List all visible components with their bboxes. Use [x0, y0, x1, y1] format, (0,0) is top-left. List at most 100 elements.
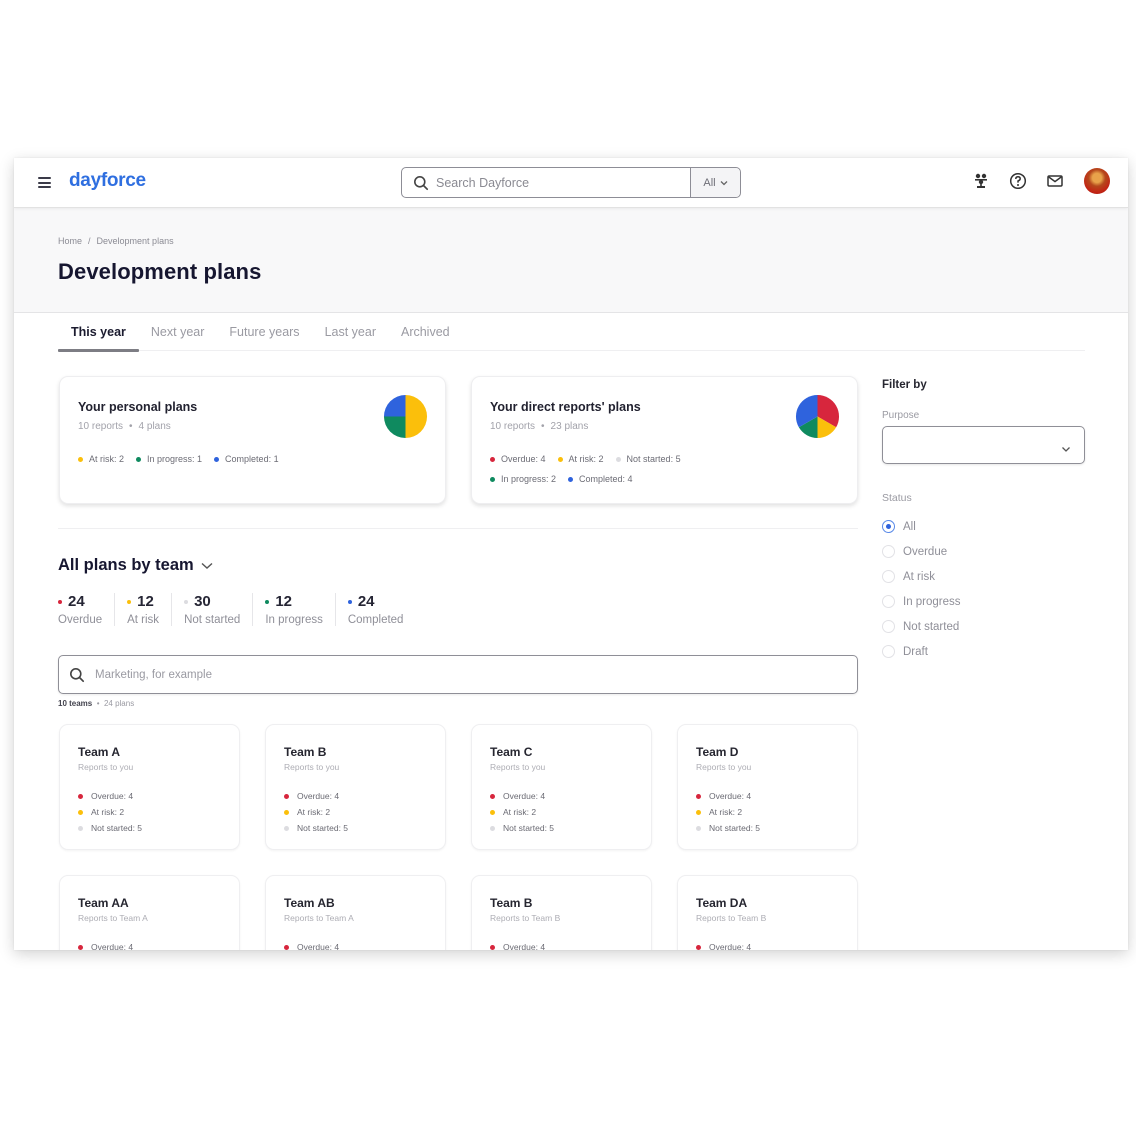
status-label: Status — [882, 492, 912, 504]
team-reports-to: Reports to you — [78, 762, 134, 772]
team-search — [58, 655, 858, 694]
legend-in-progress: In progress: 2 — [490, 474, 556, 484]
legend-at-risk: At risk: 2 — [557, 454, 604, 464]
purpose-select[interactable] — [882, 426, 1085, 464]
chevron-down-icon — [201, 556, 213, 575]
radio-circle[interactable] — [882, 545, 895, 558]
user-avatar[interactable] — [1084, 168, 1110, 194]
status-dot — [136, 456, 142, 462]
search-icon — [406, 168, 436, 197]
personal-plans-pie-chart — [383, 394, 428, 439]
status-radio-not-started[interactable]: Not started — [882, 614, 961, 639]
team-reports-to: Reports to Team B — [696, 913, 767, 923]
radio-circle[interactable] — [882, 520, 895, 533]
status-dot — [58, 599, 62, 604]
team-search-input[interactable] — [95, 668, 857, 681]
tab-last-year[interactable]: Last year — [325, 313, 376, 351]
report-count: 10 reports — [490, 421, 536, 432]
team-status-list: Overdue: 4 At risk: 2 Not started: 5 — [490, 788, 554, 836]
team-status-overdue: Overdue: 4 — [696, 788, 760, 804]
team-card[interactable]: Team AB Reports to Team A Overdue: 4 — [265, 875, 446, 950]
status-dot — [127, 599, 132, 604]
team-card[interactable]: Team D Reports to you Overdue: 4 At risk: 2… — [677, 724, 858, 850]
team-status-list: Overdue: 4 At risk: 2 Not started: 5 — [696, 788, 760, 836]
radio-circle[interactable] — [882, 645, 895, 658]
stat-completed[interactable]: 24 Completed — [347, 593, 416, 626]
status-radio-at-risk[interactable]: At risk — [882, 564, 961, 589]
stat-overdue[interactable]: 24 Overdue — [58, 593, 116, 626]
card-legend-row-2: In progress: 2 Completed: 4 — [490, 474, 645, 484]
status-dot — [265, 599, 270, 604]
help-icon[interactable] — [1007, 170, 1029, 192]
all-plans-dropdown[interactable]: All plans by team — [58, 556, 213, 575]
status-radio-draft[interactable]: Draft — [882, 639, 961, 664]
personal-plans-card[interactable]: Your personal plans 10 reports • 4 plans A… — [59, 376, 446, 504]
status-radio-overdue[interactable]: Overdue — [882, 539, 961, 564]
breadcrumb-separator: / — [88, 236, 91, 246]
team-status-overdue: Overdue: 4 — [284, 788, 348, 804]
status-radio-in-progress[interactable]: In progress — [882, 589, 961, 614]
plan-count: 4 plans — [138, 421, 171, 432]
search-scope-value: All — [703, 176, 716, 189]
team-name: Team B — [284, 745, 327, 759]
radio-circle[interactable] — [882, 570, 895, 583]
hamburger-icon[interactable] — [38, 177, 51, 188]
org-chart-icon[interactable] — [970, 170, 992, 192]
team-reports-to: Reports to Team A — [284, 913, 354, 923]
radio-label: All — [903, 520, 916, 533]
dayforce-logo[interactable]: dayforce — [69, 170, 146, 192]
pie-slice-completed — [383, 394, 406, 417]
team-card[interactable]: Team C Reports to you Overdue: 4 At risk: 2… — [471, 724, 652, 850]
team-status-list: Overdue: 4 At risk: 2 Not started: 5 — [78, 788, 142, 836]
tab-future-years[interactable]: Future years — [229, 313, 299, 351]
team-name: Team B — [490, 896, 533, 910]
team-card[interactable]: Team B Reports to you Overdue: 4 At risk: 2… — [265, 724, 446, 850]
card-title: Your direct reports' plans — [490, 400, 641, 414]
team-card[interactable]: Team B Reports to Team B Overdue: 4 — [471, 875, 652, 950]
team-name: Team AB — [284, 896, 335, 910]
search-scope-dropdown[interactable]: All — [690, 168, 740, 197]
tab-next-year[interactable]: Next year — [151, 313, 205, 351]
status-dot — [78, 944, 83, 950]
chevron-down-icon — [1061, 440, 1071, 458]
radio-label: Overdue — [903, 545, 948, 558]
radio-circle[interactable] — [882, 620, 895, 633]
status-dot — [78, 825, 83, 831]
team-card[interactable]: Team DA Reports to Team B Overdue: 4 — [677, 875, 858, 950]
status-dot — [284, 825, 289, 831]
team-status-overdue: Overdue: 4 — [696, 939, 751, 950]
team-status-list: Overdue: 4 — [696, 939, 751, 950]
team-status-at-risk: At risk: 2 — [696, 804, 760, 820]
tab-archived[interactable]: Archived — [401, 313, 450, 351]
page-header: Home / Development plans Development pla… — [14, 208, 1128, 313]
radio-label: Not started — [903, 620, 960, 633]
legend-overdue: Overdue: 4 — [490, 454, 546, 464]
team-status-at-risk: At risk: 2 — [490, 804, 554, 820]
direct-reports-plans-card[interactable]: Your direct reports' plans 10 reports • 23… — [471, 376, 858, 504]
card-legend: Overdue: 4 At risk: 2 Not started: 5 — [490, 454, 693, 464]
team-reports-to: Reports to you — [696, 762, 752, 772]
status-radio-all[interactable]: All — [882, 514, 961, 539]
team-status-at-risk: At risk: 2 — [284, 804, 348, 820]
section-divider — [58, 528, 858, 529]
team-name: Team C — [490, 745, 533, 759]
legend-in-progress: In progress: 1 — [136, 454, 202, 464]
status-dot — [490, 825, 495, 831]
radio-circle[interactable] — [882, 595, 895, 608]
team-status-list: Overdue: 4 — [490, 939, 545, 950]
status-dot — [490, 809, 495, 815]
stat-at-risk[interactable]: 12 At risk — [127, 593, 173, 626]
team-card[interactable]: Team A Reports to you Overdue: 4 At risk: 2… — [59, 724, 240, 850]
stat-in-progress[interactable]: 12 In progress — [265, 593, 336, 626]
mail-icon[interactable] — [1044, 170, 1066, 192]
team-reports-to: Reports to you — [490, 762, 546, 772]
stat-not-started[interactable]: 30 Not started — [184, 593, 254, 626]
plan-count: 23 plans — [550, 421, 589, 432]
team-name: Team A — [78, 745, 121, 759]
legend-not-started: Not started: 5 — [615, 454, 681, 464]
status-dot — [284, 809, 289, 815]
global-search-input[interactable] — [436, 175, 690, 190]
tab-this-year[interactable]: This year — [58, 313, 139, 352]
team-card[interactable]: Team AA Reports to Team A Overdue: 4 — [59, 875, 240, 950]
breadcrumb-home[interactable]: Home — [58, 236, 82, 246]
